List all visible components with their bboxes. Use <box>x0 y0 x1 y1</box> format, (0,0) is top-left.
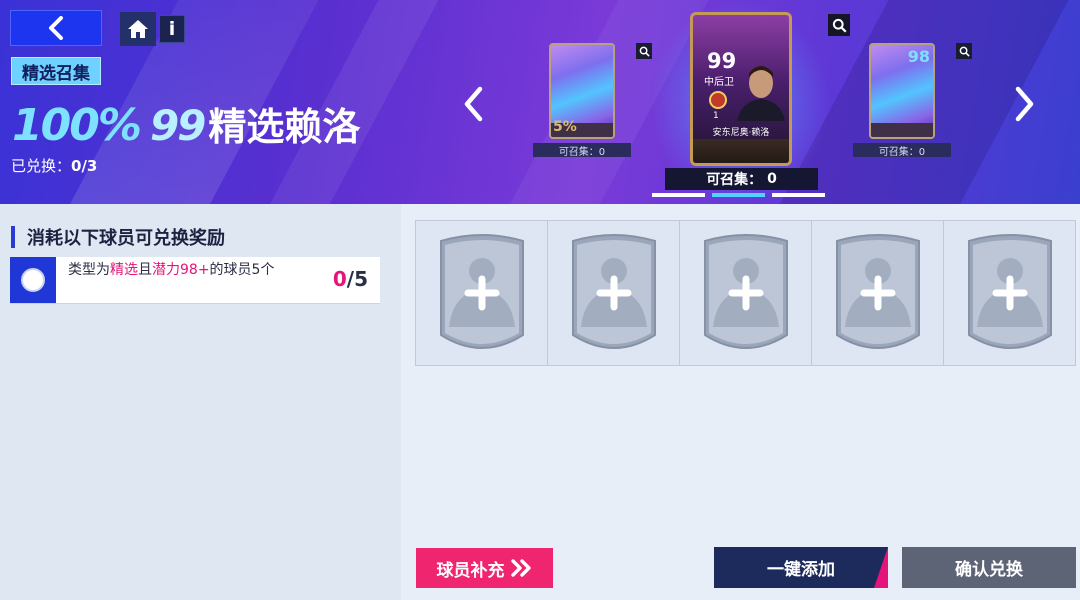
card-rating: 98 <box>907 47 930 66</box>
zoom-button-left[interactable] <box>636 43 652 59</box>
requirement-count: 0/5 <box>333 267 368 291</box>
zoom-button-right[interactable] <box>956 43 972 59</box>
requirement-text: 类型为精选且潜力98+的球员5个 <box>68 261 318 280</box>
button-corner-accent <box>874 547 888 588</box>
chevron-right-icon <box>1015 86 1034 122</box>
req-text-prefix: 类型为 <box>68 262 110 278</box>
double-chevron-right-icon <box>510 559 531 577</box>
magnifier-icon <box>832 18 847 33</box>
collect-count-left: 可召集：0 <box>533 143 631 158</box>
player-slot-4[interactable] <box>811 220 944 366</box>
collect-count-main: 可召集： 0 <box>665 168 818 190</box>
confirm-redeem-button[interactable]: 确认兑换 <box>902 547 1076 588</box>
info-button[interactable]: i <box>159 15 185 43</box>
card-position: 中后卫 <box>704 77 734 88</box>
zoom-button-main[interactable] <box>828 14 850 36</box>
req-text-suffix: 的球员5个 <box>209 262 275 278</box>
player-slot-grid <box>415 220 1076 366</box>
confirm-label: 确认兑换 <box>955 560 1023 580</box>
player-slot-3[interactable] <box>679 220 812 366</box>
player-card-left[interactable]: 5% <box>549 43 615 139</box>
player-card-right[interactable]: 98 <box>869 43 935 139</box>
req-text-mid: 且 <box>138 262 152 278</box>
card-player-name: 安东尼奥·赖洛 <box>712 128 770 138</box>
player-slot-area <box>401 204 1080 600</box>
magnifier-icon <box>639 46 650 57</box>
requirements-panel: 消耗以下球员可兑换奖励 类型为精选且潜力98+的球员5个 0/5 <box>0 204 401 600</box>
page-dot[interactable] <box>772 193 825 197</box>
card-name-band <box>693 139 789 163</box>
info-icon: i <box>168 18 176 40</box>
card-rating: 99 <box>707 49 737 73</box>
header-banner: i 精选召集 100% 99 精选赖洛 已兑换：0/3 5% 可召集：0 99 … <box>0 0 1080 204</box>
empty-player-slot-icon <box>440 234 524 349</box>
collect-label: 可召集： <box>706 172 763 188</box>
club-badge-icon <box>709 91 727 109</box>
empty-player-slot-icon <box>836 234 920 349</box>
circle-icon <box>21 268 45 292</box>
player-portrait-icon <box>737 66 785 121</box>
requirement-status <box>10 257 56 303</box>
req-type: 精选 <box>110 262 138 278</box>
page-title: 100% 99 精选赖洛 <box>12 96 361 151</box>
page-dot-active[interactable] <box>712 193 765 197</box>
redeemed-status: 已兑换：0/3 <box>11 155 97 176</box>
supplement-label: 球员补充 <box>436 560 505 581</box>
event-tag: 精选召集 <box>11 57 101 85</box>
home-icon <box>128 20 148 38</box>
one-click-add-button[interactable]: 一键添加 <box>714 547 888 588</box>
empty-player-slot-icon <box>968 234 1052 349</box>
collect-count-right: 可召集：0 <box>853 143 951 158</box>
redeemed-label: 已兑换： <box>11 157 72 175</box>
carousel-prev-button[interactable] <box>458 84 488 124</box>
player-card-main[interactable]: 99 中后卫 1 安东尼奥·赖洛 <box>690 12 792 166</box>
title-rating: 99 <box>149 101 206 150</box>
count-current: 0 <box>332 267 347 291</box>
chevron-left-icon <box>49 16 63 40</box>
redeemed-value: 0/3 <box>71 157 98 175</box>
magnifier-icon <box>959 46 970 57</box>
requirements-title: 消耗以下球员可兑换奖励 <box>11 226 225 249</box>
card-bottom-bar <box>871 123 933 137</box>
title-name: 精选赖洛 <box>208 105 361 149</box>
player-slot-2[interactable] <box>547 220 680 366</box>
player-slot-5[interactable] <box>943 220 1076 366</box>
home-button[interactable] <box>120 12 156 46</box>
player-supplement-button[interactable]: 球员补充 <box>416 548 553 588</box>
card-badge: 5% <box>553 119 577 135</box>
carousel-page-indicator <box>652 193 825 197</box>
card-number: 1 <box>713 111 719 121</box>
carousel-next-button[interactable] <box>1010 84 1040 124</box>
req-condition: 潜力98+ <box>152 262 210 278</box>
count-total: /5 <box>346 267 368 291</box>
one-click-add-label: 一键添加 <box>767 560 835 580</box>
title-percent: 100% <box>12 100 142 151</box>
chevron-left-icon <box>464 86 483 122</box>
player-slot-1[interactable] <box>415 220 548 366</box>
empty-player-slot-icon <box>704 234 788 349</box>
empty-player-slot-icon <box>572 234 656 349</box>
back-button[interactable] <box>10 10 102 46</box>
requirement-row: 类型为精选且潜力98+的球员5个 0/5 <box>10 257 380 303</box>
collect-value: 0 <box>767 171 777 187</box>
page-dot[interactable] <box>652 193 705 197</box>
